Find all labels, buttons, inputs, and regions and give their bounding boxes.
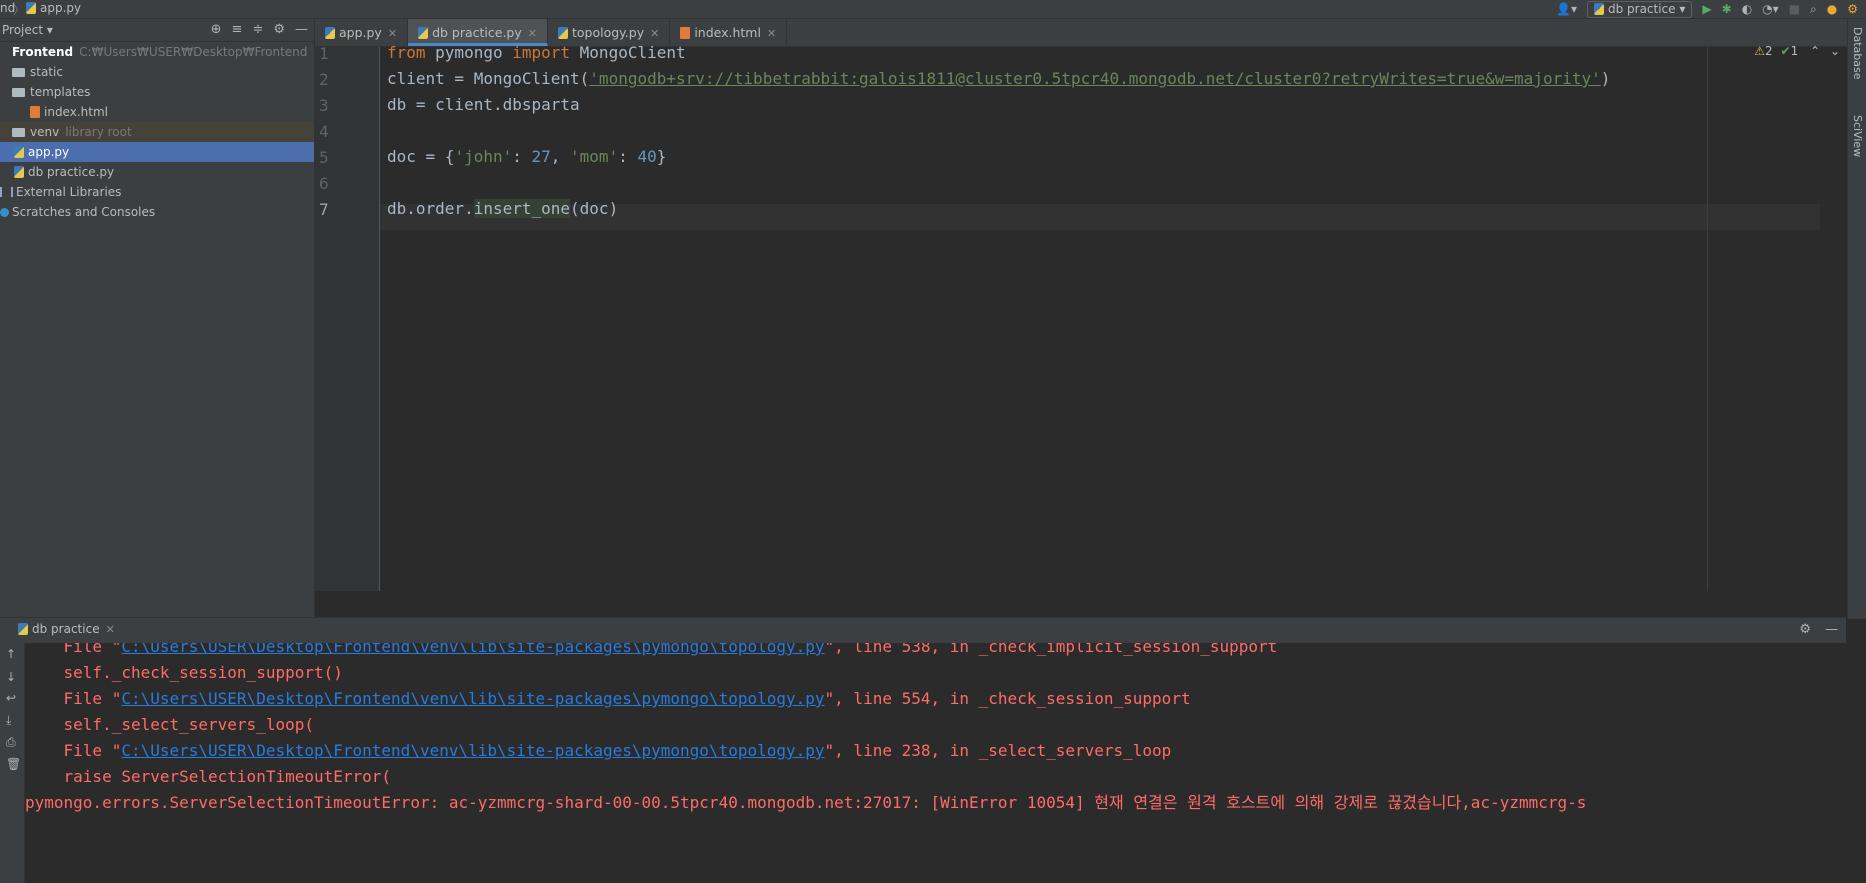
close-icon[interactable]: ✕ [106,623,115,636]
close-icon[interactable]: ✕ [650,27,659,40]
code-line-1: from pymongo import MongoClient [387,43,686,62]
file-link[interactable]: C:\Users\USER\Desktop\Frontend\venv\lib\… [121,643,824,656]
file-link[interactable]: C:\Users\USER\Desktop\Frontend\venv\lib\… [121,689,824,708]
run-panel-tools: ⚙ — [1799,622,1838,637]
coverage-icon[interactable]: ◐ [1742,2,1752,16]
locate-icon[interactable]: ⊕ [211,22,222,37]
console-output[interactable]: File "C:\Users\USER\Desktop\Frontend\ven… [25,643,1846,883]
line-number: 2 [319,70,329,89]
tree-item-external-libraries[interactable]: External Libraries [0,182,314,202]
collapse-all-icon[interactable]: ≑ [252,22,263,37]
soft-wrap-icon[interactable]: ↩ [6,691,16,705]
code-editor[interactable]: from pymongo import MongoClient client =… [380,43,1866,591]
gear-icon[interactable]: ⚙ [273,22,285,37]
search-icon[interactable]: ⌕ [1810,2,1817,17]
line-number: 7 [319,200,329,219]
tree-item-venv[interactable]: venv library root [0,122,314,142]
console-line: File "C:\Users\USER\Desktop\Frontend\ven… [63,741,1172,760]
python-file-icon [26,2,36,14]
right-margin-guide [1707,47,1708,591]
console-line: self._check_session_support() [25,663,343,682]
run-icon[interactable]: ▶ [1702,2,1711,16]
console-error-line: pymongo.errors.ServerSelectionTimeoutErr… [25,793,1587,812]
tree-item-db-practice-py[interactable]: db practice.py [0,162,314,182]
trash-icon[interactable]: 🗑 [6,757,21,771]
python-file-icon [18,623,28,635]
html-file-icon [30,106,40,118]
tree-item-app-py[interactable]: app.py [0,142,314,162]
inspection-widget[interactable]: ⚠2 ✔1 ⌃ ⌄ [1754,44,1840,58]
scroll-to-end-icon[interactable]: ⤓ [6,713,11,728]
code-line-2: client = MongoClient('mongodb+srv://tibb… [387,69,1611,88]
code-line-3: db = client.dbsparta [387,95,580,114]
hide-icon[interactable]: — [295,22,308,37]
line-number: 1 [319,44,329,63]
run-panel-header: db practice ✕ ⚙ — [0,617,1846,644]
user-icon[interactable]: 👤▾ [1556,2,1577,16]
tree-item-static[interactable]: static [0,62,314,82]
console-line: File "C:\Users\USER\Desktop\Frontend\ven… [25,643,1278,660]
console-line: self._select_servers_loop( [25,715,314,734]
line-number: 4 [319,122,329,141]
stop-icon[interactable]: ■ [1789,2,1800,16]
python-file-icon [418,27,429,39]
toolbar: 👤▾ db practice ▾ ▶ ✱ ◐ ◔▾ ■ ⌕ ● ⚙ [1556,0,1866,18]
code-line-5: doc = {'john': 27, 'mom': 40} [387,147,667,166]
code-line-7: db.order.insert_one(doc) [387,199,619,218]
python-file-icon [557,27,568,39]
breadcrumb-file[interactable]: app.py [26,1,81,15]
arrow-up-icon[interactable]: ↑ [6,647,16,661]
line-number: 3 [319,96,329,115]
update-icon[interactable]: ● [1827,2,1837,16]
project-panel-header: Project ▾ ⊕ ≡ ≑ ⚙ — [0,19,314,42]
project-view-selector[interactable]: Project ▾ [2,23,53,37]
python-file-icon [1593,2,1604,15]
close-icon[interactable]: ✕ [528,27,537,40]
navigation-bar: nd 〉 app.py 👤▾ db practice ▾ ▶ ✱ ◐ ◔▾ ■ … [0,0,1866,19]
console-line: raise ServerSelectionTimeoutError( [25,767,392,786]
tree-item-templates[interactable]: templates [0,82,314,102]
tree-item-index-html[interactable]: index.html [0,102,314,122]
profile-icon[interactable]: ◔▾ [1762,2,1779,16]
warning-icon: ⚠ [1754,44,1766,58]
right-tool-strip: Database SciView [1847,19,1866,619]
library-icon [0,187,13,197]
tree-item-scratches[interactable]: Scratches and Consoles [0,202,314,222]
html-file-icon [680,27,691,39]
scratches-icon [0,208,9,217]
sciview-tool-button[interactable]: SciView [1851,115,1864,157]
print-icon[interactable]: ⎙ [6,735,16,750]
database-tool-button[interactable]: Database [1851,27,1864,80]
chevron-up-icon[interactable]: ⌃ [1810,44,1820,58]
python-file-icon [325,27,335,39]
line-number: 5 [319,148,329,167]
close-icon[interactable]: ✕ [767,27,776,40]
run-config-select[interactable]: db practice ▾ [1586,0,1693,18]
breadcrumb-separator: 〉 [13,3,26,17]
chevron-down-icon[interactable]: ⌄ [1830,44,1840,58]
tree-root[interactable]: Frontend C:₩Users₩USER₩Desktop₩Frontend [0,42,314,62]
project-tools: ⊕ ≡ ≑ ⚙ — [211,22,308,37]
close-icon[interactable]: ✕ [388,27,397,40]
check-icon: ✔ [1780,44,1791,58]
project-panel: Project ▾ ⊕ ≡ ≑ ⚙ — Frontend C:₩Users₩USE… [0,19,315,617]
file-link[interactable]: C:\Users\USER\Desktop\Frontend\venv\lib\… [121,741,824,760]
tab-index-html[interactable]: index.html ✕ [670,19,788,46]
folder-icon [12,68,25,77]
folder-icon [12,88,25,97]
hide-icon[interactable]: — [1825,622,1838,637]
folder-icon [12,128,25,137]
debug-icon[interactable]: ✱ [1722,2,1732,16]
run-side-toolbar: ↑ ↓ ↩ ⤓ ⎙ 🗑 [0,643,25,883]
python-file-icon [14,166,24,178]
line-number-gutter: 1 2 3 4 5 6 7 [315,44,380,591]
line-number: 6 [319,174,329,193]
python-file-icon [14,146,24,158]
settings-icon[interactable]: ⚙ [1847,2,1858,16]
console-line: File "C:\Users\USER\Desktop\Frontend\ven… [63,689,1191,708]
run-tab-db-practice[interactable]: db practice ✕ [18,622,115,636]
gear-icon[interactable]: ⚙ [1799,622,1811,637]
arrow-down-icon[interactable]: ↓ [6,670,16,684]
expand-all-icon[interactable]: ≡ [232,22,243,37]
